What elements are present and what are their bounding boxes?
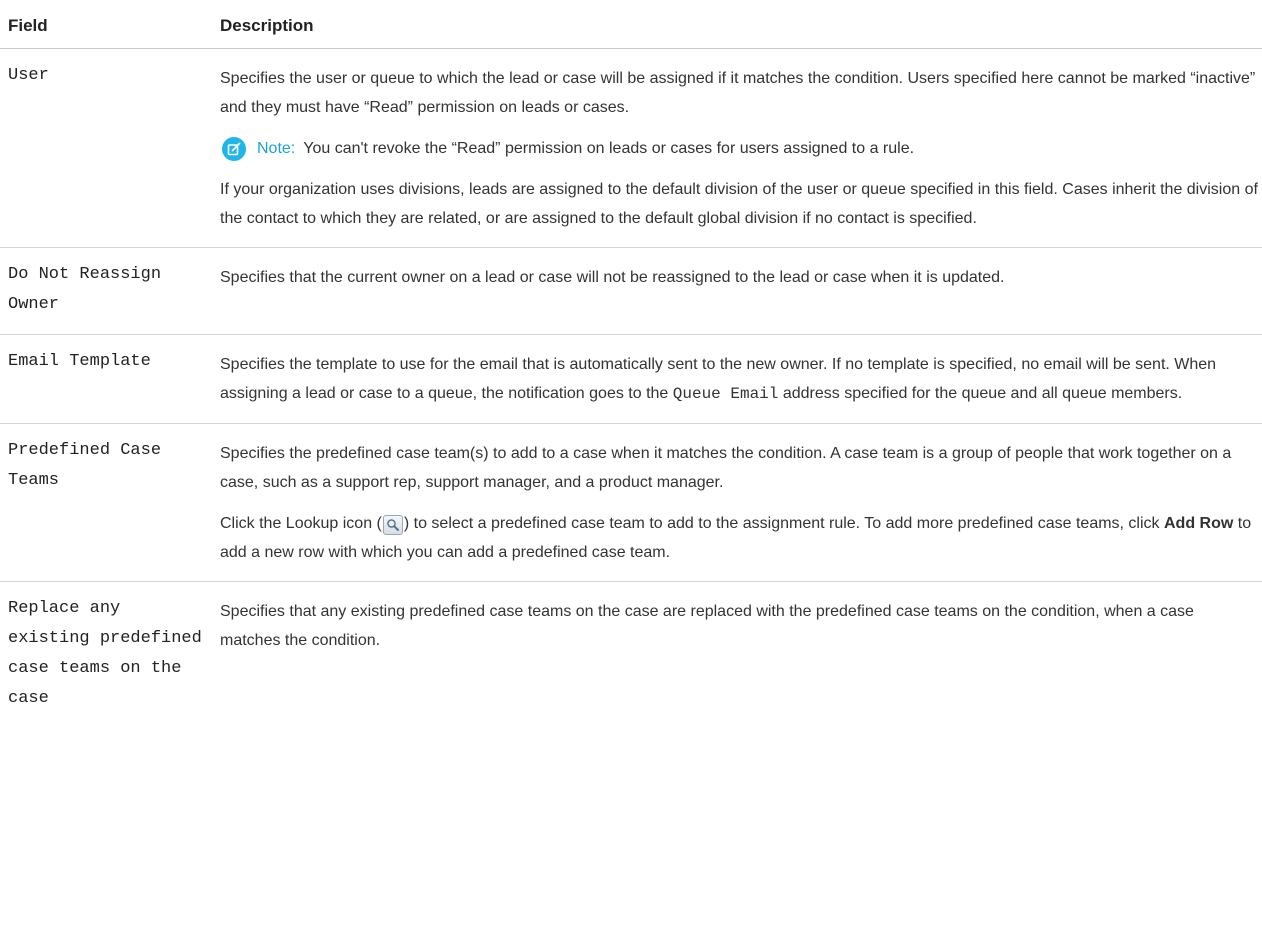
description-paragraph: Specifies that the current owner on a le… [220,269,1005,286]
field-name: Predefined Case Teams [0,423,214,582]
description-column-header: Description [214,0,1262,49]
table-row: Replace any existing predefined case tea… [0,582,1262,729]
field-column-header: Field [0,0,214,49]
description-paragraph: If your organization uses divisions, lea… [220,181,1258,227]
field-name: Email Template [0,334,214,424]
description-paragraph: Specifies the predefined case team(s) to… [220,445,1232,491]
lookup-magnifier-icon [382,515,403,535]
description-paragraph: Specifies that any existing predefined c… [220,603,1194,649]
field-description: Specifies that the current owner on a le… [214,247,1262,335]
note-label: Note: [257,140,296,157]
table-row: User Specifies the user or queue to whic… [0,48,1262,248]
field-name-text: Email Template [8,352,151,371]
note-edit-icon [222,136,246,161]
field-name-text: Replace any existing predefined case tea… [8,599,202,708]
description-text: address specified for the queue and all … [782,385,1183,402]
field-description: Specifies the user or queue to which the… [214,48,1262,248]
code-queue-email: Queue Email [672,385,779,403]
field-name: Replace any existing predefined case tea… [0,582,214,729]
field-description-table: Field Description User Specifies the use… [0,0,1262,728]
field-name-text: Do Not Reassign Owner [8,265,162,314]
note-callout: Note: You can't revoke the “Read” permis… [220,134,1258,163]
table-header-row: Field Description [0,0,1262,49]
description-text: Click the Lookup icon ( [220,515,382,532]
field-description: Specifies the template to use for the em… [214,334,1262,424]
field-description: Specifies the predefined case team(s) to… [214,423,1262,582]
description-text: ) to select a predefined case team to ad… [403,515,1160,532]
field-name: Do Not Reassign Owner [0,247,214,335]
add-row-label: Add Row [1164,515,1234,532]
table-row: Do Not Reassign Owner Specifies that the… [0,247,1262,335]
description-paragraph: Click the Lookup icon ( ) to select a pre… [220,509,1258,567]
field-name: User [0,48,214,248]
note-text: You can't revoke the “Read” permission o… [303,140,915,157]
table-row: Email Template Specifies the template to… [0,334,1262,424]
table-row: Predefined Case Teams Specifies the pred… [0,423,1262,582]
field-description: Specifies that any existing predefined c… [214,582,1262,729]
description-paragraph: Specifies the user or queue to which the… [220,70,1256,116]
description-paragraph: Specifies the template to use for the em… [220,350,1258,409]
field-name-text: Predefined Case Teams [8,441,162,490]
